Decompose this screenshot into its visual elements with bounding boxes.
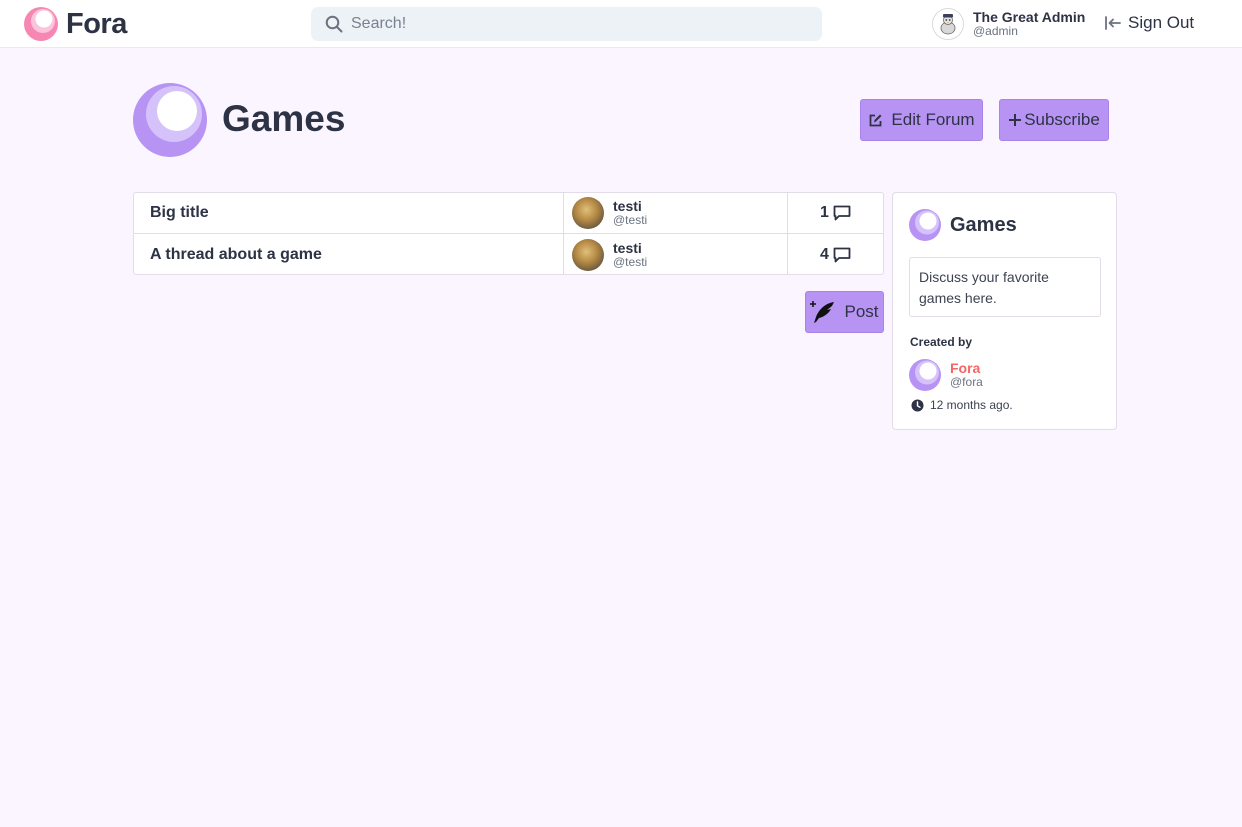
plus-icon <box>1009 114 1022 126</box>
top-nav-bar: Fora The Great Admin @admin <box>0 0 1242 48</box>
reply-count: 1 <box>788 193 883 233</box>
forum-avatar <box>133 83 207 162</box>
search-icon <box>325 15 343 33</box>
subscribe-label: Subscribe <box>1024 110 1100 129</box>
post-label: Post <box>844 302 879 321</box>
edit-forum-button[interactable]: Edit Forum <box>860 99 983 141</box>
creator[interactable]: Fora @fora <box>909 359 983 391</box>
table-row[interactable]: Big title testi @testi 1 <box>134 193 883 234</box>
forum-logo-icon <box>133 83 207 157</box>
quill-icon <box>810 301 835 323</box>
created-by-label: Created by <box>910 335 973 349</box>
forum-info-card: Games Discuss your favorite games here. … <box>892 192 1117 430</box>
sign-out-label: Sign Out <box>1128 13 1195 32</box>
page-title: Games <box>222 98 346 139</box>
edit-forum-label: Edit Forum <box>891 110 975 129</box>
created-time: 12 months ago. <box>911 398 1013 412</box>
forum-logo-icon <box>909 209 941 241</box>
fora-logo-icon <box>24 7 58 41</box>
new-post-button[interactable]: Post <box>805 291 884 333</box>
table-row[interactable]: A thread about a game testi @testi 4 <box>134 234 883 275</box>
sign-out-button[interactable]: Sign Out <box>1104 13 1194 33</box>
author-name: testi <box>613 239 642 256</box>
author-handle: @testi <box>613 254 648 269</box>
avatar <box>572 238 604 271</box>
edit-icon <box>870 114 882 126</box>
reply-count-value: 1 <box>820 204 829 221</box>
search-input[interactable] <box>351 15 791 33</box>
forum-description: Discuss your favorite games here. <box>909 257 1101 317</box>
avatar <box>909 359 941 391</box>
user-profile[interactable]: The Great Admin @admin <box>932 8 1085 40</box>
admin-avatar-icon <box>933 9 963 39</box>
author-name: testi <box>613 198 642 215</box>
brand-name: Fora <box>66 7 127 40</box>
thread-author[interactable]: testi @testi <box>564 234 788 275</box>
reply-count: 4 <box>788 234 883 275</box>
search-bar[interactable] <box>311 7 822 41</box>
thread-author[interactable]: testi @testi <box>564 193 788 233</box>
comment-icon <box>833 247 851 262</box>
creator-name[interactable]: Fora <box>950 360 983 376</box>
reply-count-value: 4 <box>820 245 829 263</box>
user-handle: @admin <box>973 24 1018 39</box>
comment-icon <box>833 205 851 221</box>
thread-list: Big title testi @testi 1 A thread about … <box>133 192 884 275</box>
sign-out-icon <box>1105 16 1121 30</box>
clock-icon <box>911 399 924 411</box>
brand-logo[interactable]: Fora <box>24 7 127 41</box>
thread-title[interactable]: A thread about a game <box>134 234 564 275</box>
thread-title[interactable]: Big title <box>134 193 564 233</box>
creator-handle: @fora <box>950 375 983 390</box>
avatar <box>572 197 604 229</box>
author-handle: @testi <box>613 213 648 228</box>
created-time-text: 12 months ago. <box>930 398 1013 412</box>
avatar[interactable] <box>932 8 964 40</box>
subscribe-button[interactable]: Subscribe <box>999 99 1109 141</box>
user-name: The Great Admin <box>973 8 1086 25</box>
sidebar-forum-title: Games <box>950 213 1017 236</box>
